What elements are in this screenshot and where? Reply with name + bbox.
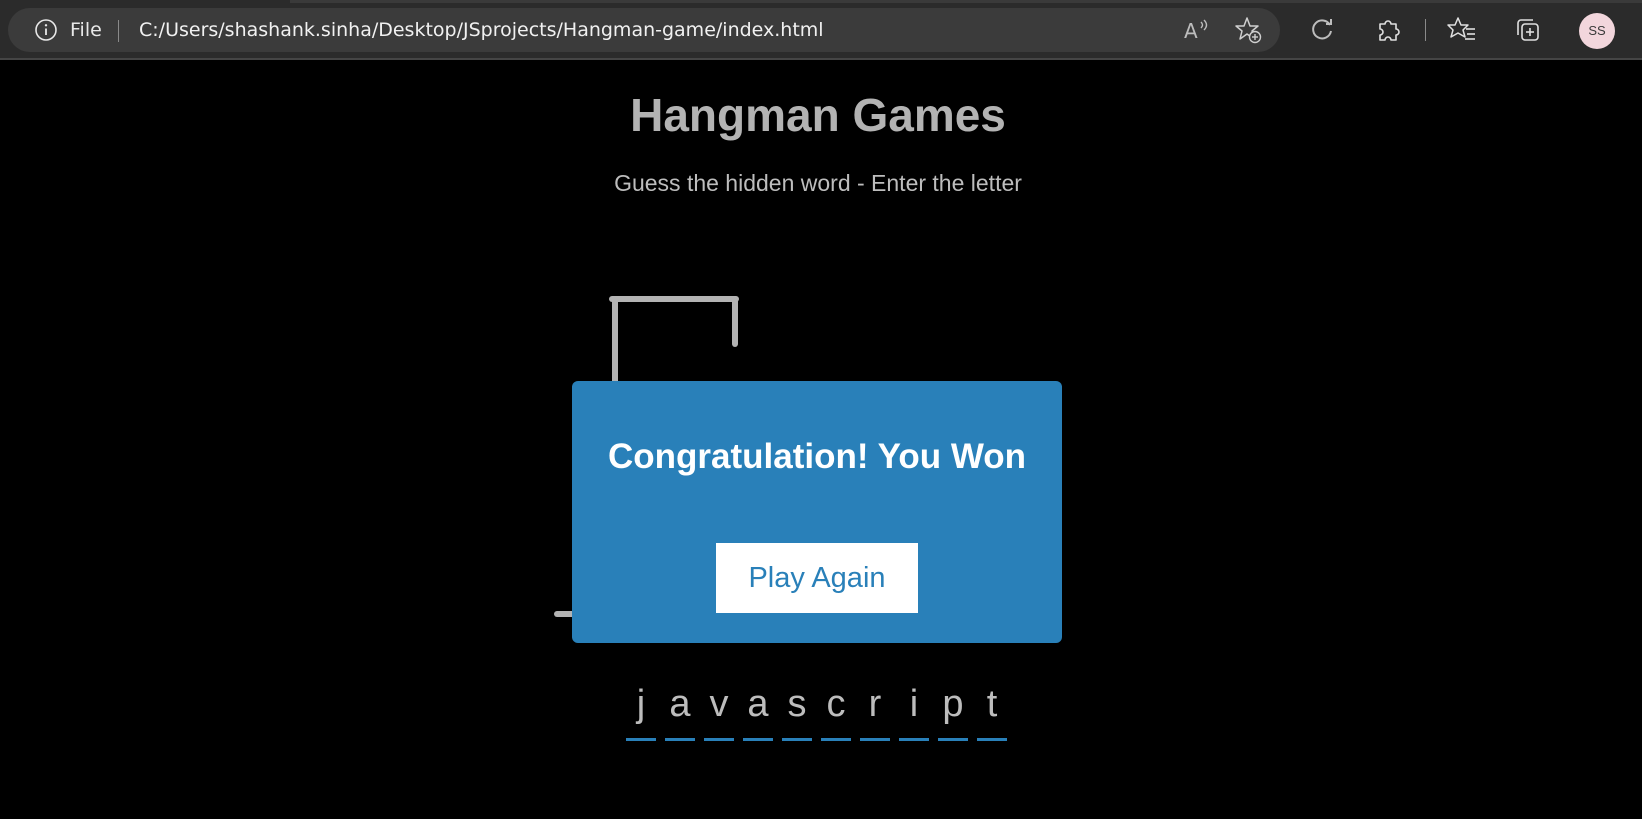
word-letter: a bbox=[665, 682, 695, 741]
word-letter: c bbox=[821, 682, 851, 741]
address-divider bbox=[118, 20, 119, 42]
toolbar-divider bbox=[1425, 19, 1426, 41]
play-again-button[interactable]: Play Again bbox=[716, 543, 918, 613]
collections-icon[interactable] bbox=[1513, 15, 1543, 45]
page-title: Hangman Games bbox=[630, 89, 1006, 141]
extensions-icon[interactable] bbox=[1374, 15, 1404, 45]
info-icon[interactable] bbox=[34, 18, 58, 42]
refresh-icon[interactable] bbox=[1308, 15, 1338, 45]
site-info-label[interactable]: File bbox=[70, 19, 102, 41]
word-letter: j bbox=[626, 682, 656, 741]
page-subtitle: Guess the hidden word - Enter the letter bbox=[614, 170, 1022, 196]
tab-strip-edge bbox=[290, 0, 1642, 3]
address-bar[interactable]: File C:/Users/shashank.sinha/Desktop/JSp… bbox=[8, 8, 1280, 52]
win-popup: Congratulation! You Won Play Again bbox=[572, 381, 1062, 643]
svg-text:A: A bbox=[1184, 19, 1198, 43]
word-letter: v bbox=[704, 682, 734, 741]
word-display: javascript bbox=[626, 682, 1007, 741]
favorites-icon[interactable] bbox=[1447, 15, 1477, 45]
word-letter: i bbox=[899, 682, 929, 741]
read-aloud-icon[interactable]: A bbox=[1181, 15, 1211, 45]
url-text[interactable]: C:/Users/shashank.sinha/Desktop/JSprojec… bbox=[139, 19, 824, 41]
word-letter: t bbox=[977, 682, 1007, 741]
word-letter: r bbox=[860, 682, 890, 741]
word-letter: a bbox=[743, 682, 773, 741]
add-favorite-icon[interactable] bbox=[1233, 15, 1263, 45]
word-letter: p bbox=[938, 682, 968, 741]
win-message: Congratulation! You Won bbox=[607, 437, 1026, 476]
profile-avatar[interactable]: SS bbox=[1579, 13, 1615, 49]
word-letter: s bbox=[782, 682, 812, 741]
browser-toolbar: File C:/Users/shashank.sinha/Desktop/JSp… bbox=[0, 0, 1642, 60]
